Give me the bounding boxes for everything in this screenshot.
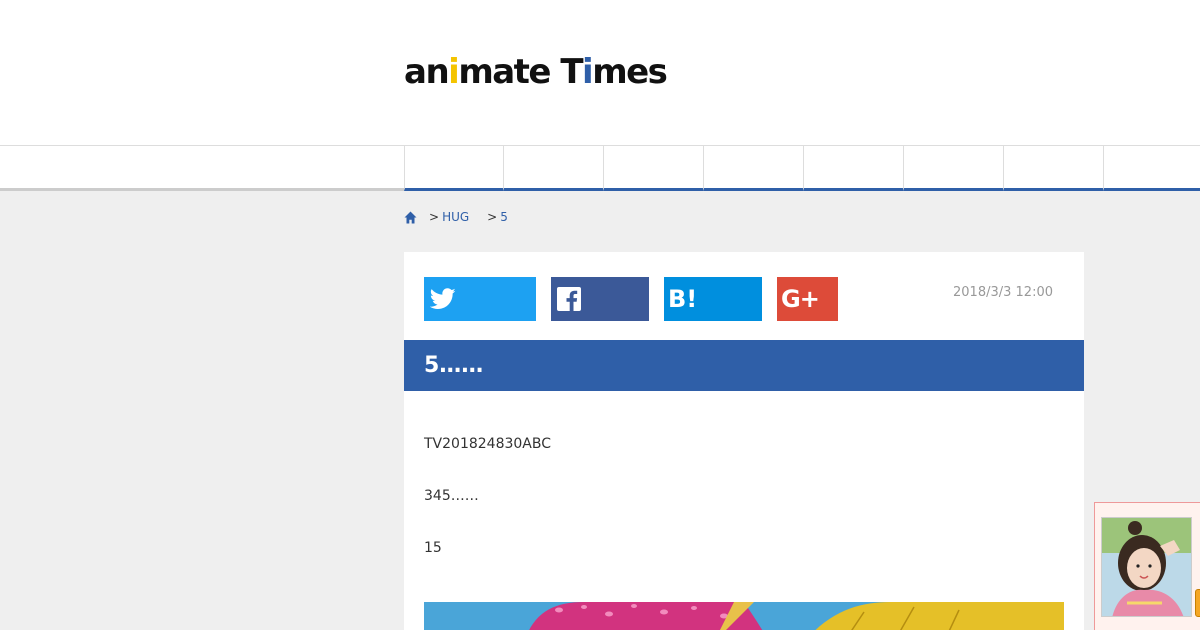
hatena-bookmark-button[interactable]: B! <box>664 277 762 321</box>
breadcrumb-item-current[interactable]: 5 <box>500 210 508 224</box>
article-title-bar: 5…… <box>404 340 1084 391</box>
twitter-share-button[interactable] <box>424 277 536 321</box>
hatena-label: B! <box>668 285 698 313</box>
article-date: 2018/3/3 12:00 <box>953 285 1053 300</box>
nav-items <box>404 146 1200 192</box>
home-icon[interactable] <box>404 211 417 224</box>
main-nav <box>0 145 1200 191</box>
nav-item-7[interactable] <box>1004 146 1104 191</box>
logo-text-3: mes <box>592 52 668 92</box>
breadcrumb-separator: > <box>429 210 440 224</box>
article-card: B! G+ 2018/3/3 12:00 5…… TV201824830ABC … <box>404 252 1084 630</box>
logo-text-1: an <box>404 52 450 92</box>
ad-portrait-image <box>1101 517 1192 617</box>
google-plus-share-button[interactable]: G+ <box>777 277 838 321</box>
site-logo[interactable]: animate Times <box>404 52 668 92</box>
ad-toggle-tab[interactable] <box>1195 589 1200 617</box>
article-paragraph: TV201824830ABC <box>424 436 552 452</box>
breadcrumb-item-hug[interactable]: HUG <box>442 210 469 224</box>
logo-i-blue: i <box>582 52 594 92</box>
nav-item-6[interactable] <box>904 146 1004 191</box>
nav-divider <box>0 188 404 191</box>
nav-item-8[interactable] <box>1104 146 1200 191</box>
nav-item-2[interactable] <box>504 146 604 191</box>
facebook-icon <box>557 287 581 311</box>
breadcrumb: > HUG > 5 <box>404 209 526 225</box>
article-image <box>424 602 1064 630</box>
logo-i-yellow: i <box>448 52 460 92</box>
article-paragraph: 345…… <box>424 488 479 504</box>
article-title: 5…… <box>424 353 484 378</box>
logo-text-2: mate T <box>458 52 583 92</box>
google-plus-label: G+ <box>781 285 820 313</box>
site-header: animate Times <box>0 0 1200 146</box>
facebook-share-button[interactable] <box>551 277 649 321</box>
floating-ad[interactable] <box>1094 502 1200 630</box>
nav-item-5[interactable] <box>804 146 904 191</box>
article-paragraph: 15 <box>424 540 442 556</box>
nav-item-3[interactable] <box>604 146 704 191</box>
breadcrumb-separator: > <box>487 210 498 224</box>
twitter-icon <box>430 288 456 309</box>
nav-item-1[interactable] <box>404 146 504 191</box>
nav-item-4[interactable] <box>704 146 804 191</box>
anime-illustration <box>424 602 1064 630</box>
